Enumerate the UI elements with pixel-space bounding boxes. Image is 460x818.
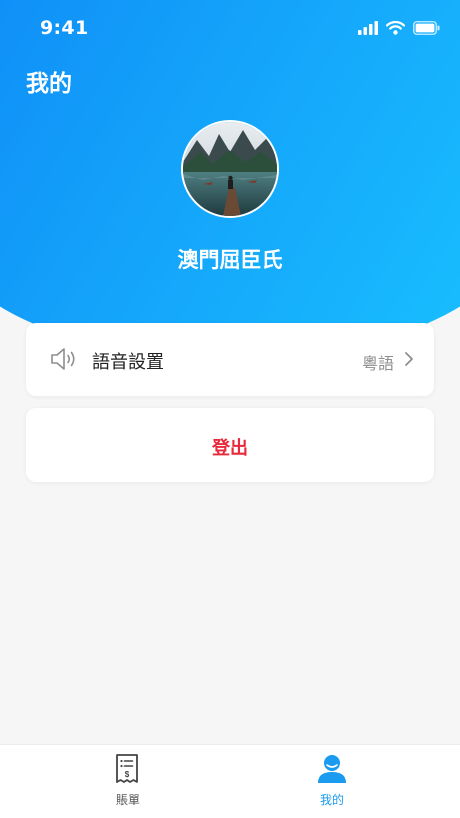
svg-text:$: $	[125, 770, 130, 779]
page-title: 我的	[26, 71, 72, 97]
tab-mine[interactable]: 我的	[272, 745, 392, 818]
avatar[interactable]	[181, 120, 279, 218]
logout-button[interactable]: 登出	[26, 408, 434, 482]
voice-settings-label: 語音設置	[92, 352, 164, 373]
receipt-icon: $	[116, 754, 138, 783]
voice-settings-value: 粵語	[361, 354, 394, 373]
tab-mine-label: 我的	[319, 793, 344, 807]
speaker-icon	[51, 348, 75, 370]
user-name: 澳門屈臣氏	[177, 248, 283, 272]
status-time: 9:41	[40, 17, 89, 39]
wifi-icon	[386, 21, 405, 35]
avatar-image	[183, 122, 277, 216]
user-icon	[318, 755, 346, 783]
chevron-right-icon	[405, 352, 413, 366]
tab-bar: $ 賬單 我的	[0, 744, 460, 818]
logout-label: 登出	[212, 438, 248, 459]
voice-settings-row[interactable]: 語音設置 粵語	[26, 323, 434, 396]
status-bar: 9:41	[0, 0, 460, 58]
tab-bills[interactable]: $ 賬單	[68, 745, 188, 818]
tab-bills-label: 賬單	[115, 793, 140, 807]
status-icons	[358, 20, 440, 36]
battery-icon	[413, 21, 440, 35]
signal-icon	[358, 21, 378, 35]
profile-screen: 9:41 我的 澳門屈臣氏 語音設置 粵語 登出 $ 賬單 我的	[0, 0, 460, 818]
